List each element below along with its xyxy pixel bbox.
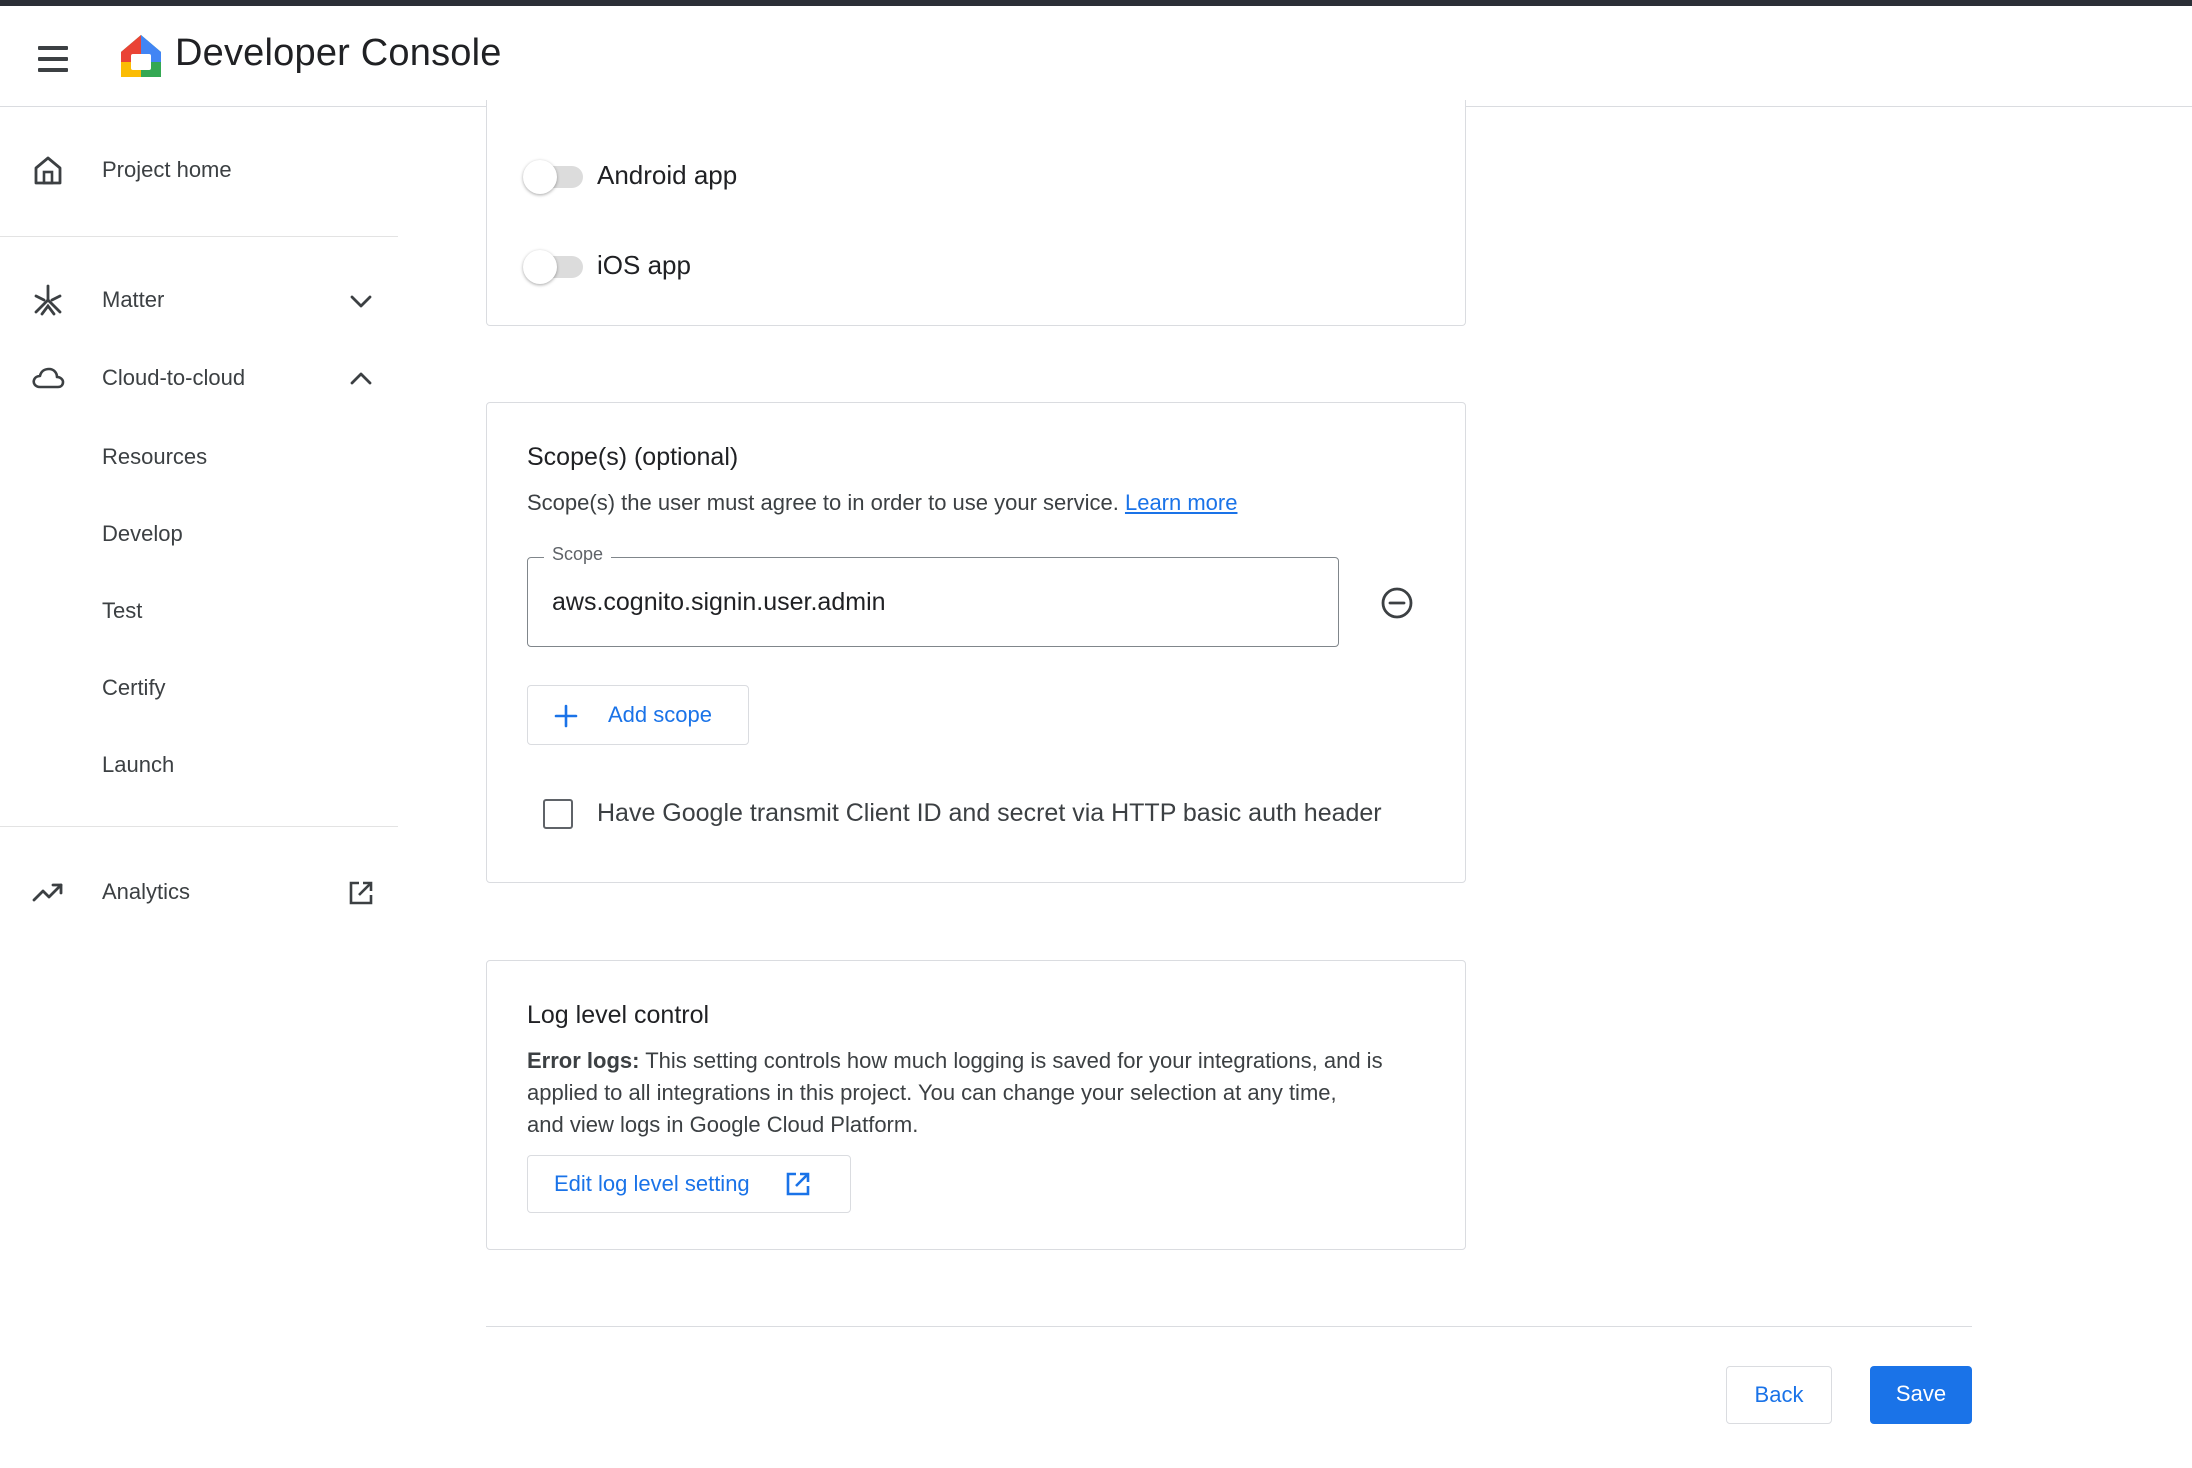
error-logs-label: Error logs: [527,1048,640,1073]
sidebar-item-test[interactable]: Test [0,582,398,638]
edit-log-level-label: Edit log level setting [554,1171,750,1196]
toggle-thumb [523,250,557,284]
open-in-new-icon [786,1172,810,1196]
open-in-new-icon [349,881,373,905]
log-level-card: Log level control Error logs: This setti… [486,960,1466,1250]
scopes-card: Scope(s) (optional) Scope(s) the user mu… [486,402,1466,883]
log-level-title: Log level control [527,1001,710,1029]
sidebar-item-matter[interactable]: Matter [0,268,398,332]
add-icon [554,704,578,728]
sidebar-item-cloud-to-cloud[interactable]: Cloud-to-cloud [0,346,398,410]
toggle-label: Android app [597,160,738,190]
footer-divider [486,1326,1972,1327]
save-button-label: Save [1895,1381,1947,1406]
sidebar-item-label: Launch [102,752,175,777]
chevron-up-icon[interactable] [346,364,376,394]
sidebar-nav: Project home Matter Cloud-to-cloud Resou… [0,108,398,1468]
save-button[interactable]: Save [1870,1366,1972,1424]
app-title: Developer Console [175,32,502,74]
sidebar-item-certify[interactable]: Certify [0,659,398,715]
sidebar-divider [0,826,398,827]
sidebar-item-launch[interactable]: Launch [0,736,398,792]
back-button-label: Back [1754,1382,1804,1407]
log-desc-line: applied to all integrations in this proj… [527,1080,1337,1105]
back-button[interactable]: Back [1726,1366,1832,1424]
scopes-description: Scope(s) the user must agree to in order… [527,487,1237,519]
scopes-title: Scope(s) (optional) [527,443,739,471]
sidebar-item-label: Resources [102,444,208,469]
log-desc-line: This setting controls how much logging i… [645,1048,1383,1073]
google-home-logo [121,35,161,77]
toggle-label: iOS app [597,250,691,280]
sidebar-item-label: Project home [102,157,232,182]
learn-more-link[interactable]: Learn more [1125,490,1238,515]
matter-icon [34,284,62,316]
sidebar-item-analytics[interactable]: Analytics [0,860,398,924]
remove-circle-icon[interactable] [1377,583,1417,623]
sidebar-item-label: Certify [102,675,166,700]
basic-auth-label: Have Google transmit Client ID and secre… [597,799,1382,827]
scope-field-label: Scope [544,544,612,565]
platform-card: Android app iOS app [486,100,1466,326]
home-icon [34,156,62,185]
sidebar-item-project-home[interactable]: Project home [0,138,398,202]
scope-field[interactable]: Scope aws.cognito.signin.user.admin [527,544,1339,647]
toggle-thumb [523,160,557,194]
app-header: Developer Console [0,6,2192,107]
sidebar-item-develop[interactable]: Develop [0,505,398,561]
sidebar-item-label: Cloud-to-cloud [102,365,246,390]
scope-input[interactable]: aws.cognito.signin.user.admin [552,588,1312,617]
log-level-description: Error logs: This setting controls how mu… [527,1045,1383,1141]
sidebar-item-label: Analytics [102,879,191,904]
sidebar-item-resources[interactable]: Resources [0,428,398,484]
sidebar-divider [0,236,398,237]
sidebar-item-label: Develop [102,521,183,546]
add-scope-button[interactable]: Add scope [527,685,749,745]
sidebar-item-label: Test [102,598,143,623]
add-scope-label: Add scope [608,702,712,727]
basic-auth-checkbox[interactable] [543,799,573,829]
chevron-down-icon[interactable] [346,286,376,316]
log-desc-line: and view logs in Google Cloud Platform. [527,1112,919,1137]
menu-icon[interactable] [32,42,76,76]
sidebar-item-label: Matter [102,287,165,312]
cloud-icon [32,367,65,389]
edit-log-level-button[interactable]: Edit log level setting [527,1155,851,1213]
analytics-icon [32,883,63,902]
scopes-description-text: Scope(s) the user must agree to in order… [527,490,1119,515]
